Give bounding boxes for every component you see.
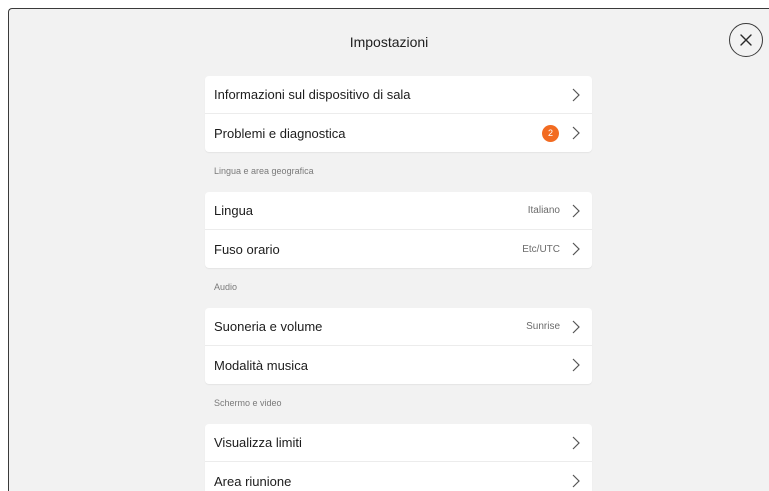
row-label: Problemi e diagnostica xyxy=(214,125,346,141)
settings-row-music-mode[interactable]: Modalità musica xyxy=(205,346,592,384)
settings-row-time-zone[interactable]: Fuso orario Etc/UTC xyxy=(205,230,592,268)
row-label: Area riunione xyxy=(214,473,292,489)
notification-badge: 2 xyxy=(542,124,559,142)
row-label: Suoneria e volume xyxy=(214,319,323,334)
chevron-right-icon xyxy=(572,126,580,140)
row-value: Sunrise xyxy=(526,321,560,332)
close-icon xyxy=(740,34,752,46)
page-title: Impostazioni xyxy=(349,34,429,50)
row-label: Visualizza limiti xyxy=(214,435,302,450)
row-label: Modalità musica xyxy=(214,357,308,373)
settings-card-language-region: Lingua Italiano Fuso orario Etc/UTC xyxy=(205,192,592,268)
settings-row-room-device-info[interactable]: Informazioni sul dispositivo di sala xyxy=(205,76,592,114)
settings-card-screen-video: Visualizza limiti Area riunione xyxy=(205,424,592,491)
settings-card-audio: Suoneria e volume Sunrise Modalità music… xyxy=(205,308,592,384)
settings-row-issues-diagnostics[interactable]: Problemi e diagnostica 2 xyxy=(205,114,592,152)
settings-row-display-limits[interactable]: Visualizza limiti xyxy=(205,424,592,462)
row-label: Fuso orario xyxy=(214,241,280,257)
chevron-right-icon xyxy=(572,358,580,372)
row-label: Lingua xyxy=(214,203,254,218)
chevron-right-icon xyxy=(572,474,580,488)
row-value: Etc/UTC xyxy=(522,243,560,255)
settings-row-ringtone-volume[interactable]: Suoneria e volume Sunrise xyxy=(205,308,592,346)
section-label-audio: Audio xyxy=(214,282,238,292)
section-label-screen-video: Schermo e video xyxy=(214,398,282,408)
row-label: Informazioni sul dispositivo di sala xyxy=(214,87,411,102)
row-value: Italiano xyxy=(527,205,560,216)
settings-list: Informazioni sul dispositivo di sala Pro… xyxy=(205,76,592,491)
settings-row-language[interactable]: Lingua Italiano xyxy=(205,192,592,230)
section-label-language-region: Lingua e area geografica xyxy=(214,166,314,176)
chevron-right-icon xyxy=(572,320,580,334)
settings-panel: Impostazioni Informazioni sul dispositiv… xyxy=(8,8,769,491)
chevron-right-icon xyxy=(572,204,580,218)
settings-row-meeting-area[interactable]: Area riunione xyxy=(205,462,592,491)
chevron-right-icon xyxy=(572,88,580,102)
chevron-right-icon xyxy=(572,242,580,256)
settings-card-general: Informazioni sul dispositivo di sala Pro… xyxy=(205,76,592,152)
chevron-right-icon xyxy=(572,436,580,450)
close-button[interactable] xyxy=(729,23,763,57)
